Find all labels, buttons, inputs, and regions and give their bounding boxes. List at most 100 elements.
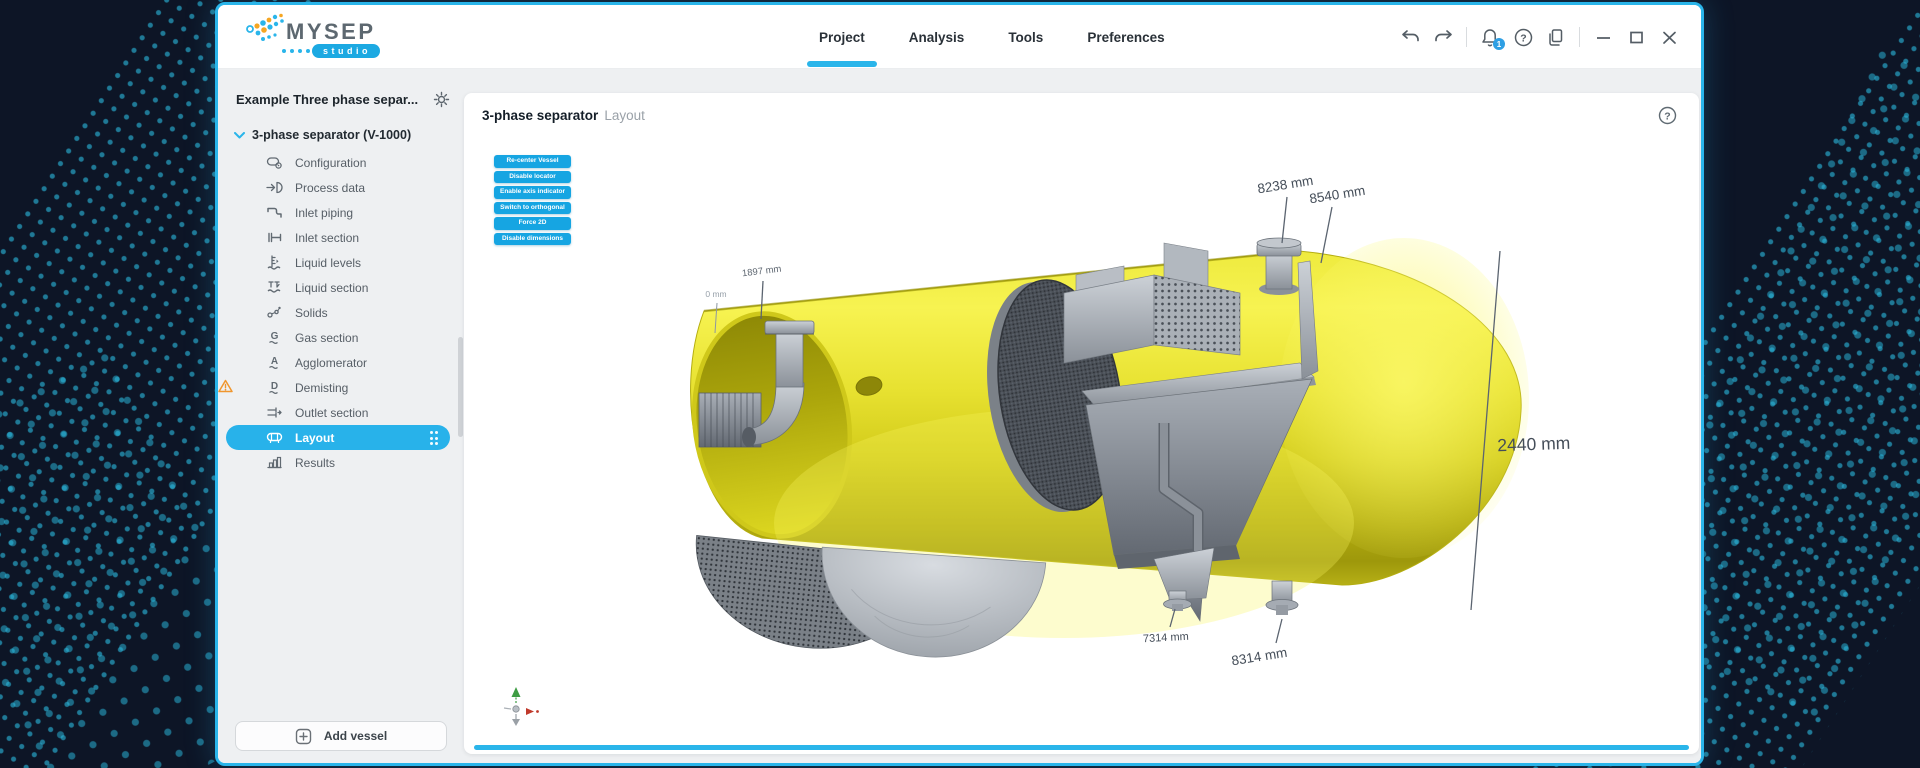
dim-label-1897: 1897 mm <box>741 264 782 280</box>
project-title: Example Three phase separ... <box>236 92 419 107</box>
redo-icon[interactable] <box>1433 27 1453 47</box>
sidebar-item-label: Solids <box>295 305 328 320</box>
dim-label-2440: 2440 mm <box>1497 433 1571 456</box>
close-icon[interactable] <box>1659 27 1679 47</box>
dim-label-8238: 8238 mm <box>1256 173 1314 197</box>
sidebar-item-label: Process data <box>295 180 366 195</box>
inlet-piping-icon <box>266 204 283 221</box>
copy-icon[interactable] <box>1546 27 1566 47</box>
orthogonal-button[interactable]: Switch to orthogonal <box>494 201 571 214</box>
sidebar-item-process-data[interactable]: Process data <box>226 175 450 200</box>
sidebar-item-gas-section[interactable]: G Gas section <box>226 325 450 350</box>
tree-root-vessel[interactable]: 3-phase separator (V-1000) <box>218 128 464 142</box>
brand-logo: MYSEP studio <box>246 11 416 63</box>
layout-panel-header: 3-phase separator Layout ? <box>464 93 1699 137</box>
nav-analysis[interactable]: Analysis <box>893 5 981 69</box>
sidebar: Example Three phase separ... 3-phase sep… <box>218 69 464 763</box>
dim-line-8238 <box>1281 196 1288 244</box>
layout-panel: 3-phase separator Layout ? Re-center Ves… <box>464 93 1699 754</box>
demisting-icon: D <box>266 379 283 396</box>
maximize-icon[interactable] <box>1626 27 1646 47</box>
main-nav: Project Analysis Tools Preferences <box>803 5 1181 69</box>
warning-icon <box>218 379 233 393</box>
brand-subdots <box>282 48 310 53</box>
sidebar-item-outlet-section[interactable]: Outlet section <box>226 400 450 425</box>
sidebar-item-demisting[interactable]: D Demisting <box>218 375 450 400</box>
configuration-icon <box>266 154 283 171</box>
app-window: MYSEP studio Project Analysis Tools Pref… <box>215 2 1704 766</box>
project-settings-gear-icon[interactable] <box>433 91 450 108</box>
vessel-tree: Configuration Process data Inlet piping … <box>218 150 464 475</box>
help-icon[interactable]: ? <box>1513 27 1533 47</box>
results-icon <box>266 454 283 471</box>
sidebar-item-label: Gas section <box>295 330 359 345</box>
canvas-bottom-accent-bar <box>474 745 1689 750</box>
sidebar-item-inlet-section[interactable]: Inlet section <box>226 225 450 250</box>
nav-preferences[interactable]: Preferences <box>1071 5 1180 69</box>
sidebar-scrollbar[interactable] <box>458 337 463 437</box>
gas-section-icon: G <box>266 329 283 346</box>
axis-gizmo-icon[interactable] <box>503 687 539 726</box>
sidebar-item-layout[interactable]: Layout <box>226 425 450 450</box>
dim-label-0: 0 mm <box>705 289 726 299</box>
outlet-section-icon <box>266 404 283 421</box>
sidebar-item-label: Inlet piping <box>295 205 354 220</box>
sidebar-item-results[interactable]: Results <box>226 450 450 475</box>
liquid-tray <box>821 546 1047 658</box>
sidebar-item-label: Liquid section <box>295 280 369 295</box>
notifications-icon[interactable]: 1 <box>1480 27 1505 50</box>
brand-swirl-icon <box>246 13 284 41</box>
undo-icon[interactable] <box>1400 27 1420 47</box>
sidebar-item-configuration[interactable]: Configuration <box>226 150 450 175</box>
solids-icon <box>266 304 283 321</box>
layout-icon <box>266 429 283 446</box>
panel-title: 3-phase separator <box>482 107 599 123</box>
svg-text:D: D <box>271 381 278 392</box>
app-body: Example Three phase separ... 3-phase sep… <box>218 69 1701 763</box>
titlebar-separator <box>1466 27 1467 47</box>
sidebar-item-label: Inlet section <box>295 230 360 245</box>
drag-handle-icon[interactable] <box>429 431 438 445</box>
inlet-section-icon <box>266 229 283 246</box>
agglomerator-icon: A <box>266 354 283 371</box>
notification-badge: 1 <box>1493 38 1505 50</box>
dim-label-8540: 8540 mm <box>1308 183 1366 207</box>
brand-tagline: studio <box>312 43 380 58</box>
sidebar-item-label: Results <box>295 455 336 470</box>
sidebar-item-label: Liquid levels <box>295 255 362 270</box>
force-2d-button[interactable]: Force 2D <box>494 217 571 230</box>
disable-locator-button[interactable]: Disable locator <box>494 170 571 183</box>
sidebar-item-label: Outlet section <box>295 405 369 420</box>
vessel-3d-canvas[interactable]: 8238 mm 8540 mm 1897 mm 0 mm 2440 mm 731… <box>464 93 1699 754</box>
tree-root-label: 3-phase separator (V-1000) <box>252 128 412 142</box>
nav-tools[interactable]: Tools <box>992 5 1059 69</box>
titlebar-separator <box>1579 27 1580 47</box>
dim-label-8314: 8314 mm <box>1230 645 1288 669</box>
panel-subtitle: Layout <box>604 107 645 123</box>
dimensions-button[interactable]: Disable dimensions <box>494 232 571 245</box>
sidebar-item-label: Agglomerator <box>295 355 368 370</box>
recenter-vessel-button[interactable]: Re-center Vessel <box>494 155 571 168</box>
dim-line-8314 <box>1275 618 1283 644</box>
chevron-down-icon <box>234 131 245 138</box>
dim-label-7314: 7314 mm <box>1143 631 1189 645</box>
sidebar-item-liquid-section[interactable]: Liquid section <box>226 275 450 300</box>
sidebar-item-liquid-levels[interactable]: Liquid levels <box>226 250 450 275</box>
plus-icon <box>295 728 312 744</box>
svg-text:G: G <box>271 331 279 342</box>
sidebar-item-inlet-piping[interactable]: Inlet piping <box>226 200 450 225</box>
process-data-icon <box>266 179 283 196</box>
sidebar-item-label: Layout <box>295 430 335 445</box>
brand-name: MYSEP <box>286 18 376 44</box>
sidebar-item-solids[interactable]: Solids <box>226 300 450 325</box>
panel-help-icon[interactable]: ? <box>1658 106 1677 125</box>
svg-text:?: ? <box>1520 32 1526 44</box>
app-header: MYSEP studio Project Analysis Tools Pref… <box>218 5 1701 69</box>
axis-indicator-button[interactable]: Enable axis indicator <box>494 186 571 199</box>
add-vessel-button[interactable]: Add vessel <box>235 721 447 751</box>
sidebar-item-agglomerator[interactable]: A Agglomerator <box>226 350 450 375</box>
minimize-icon[interactable] <box>1593 27 1613 47</box>
svg-text:?: ? <box>1664 110 1670 122</box>
sidebar-item-label: Configuration <box>295 155 367 170</box>
nav-project[interactable]: Project <box>803 5 881 69</box>
